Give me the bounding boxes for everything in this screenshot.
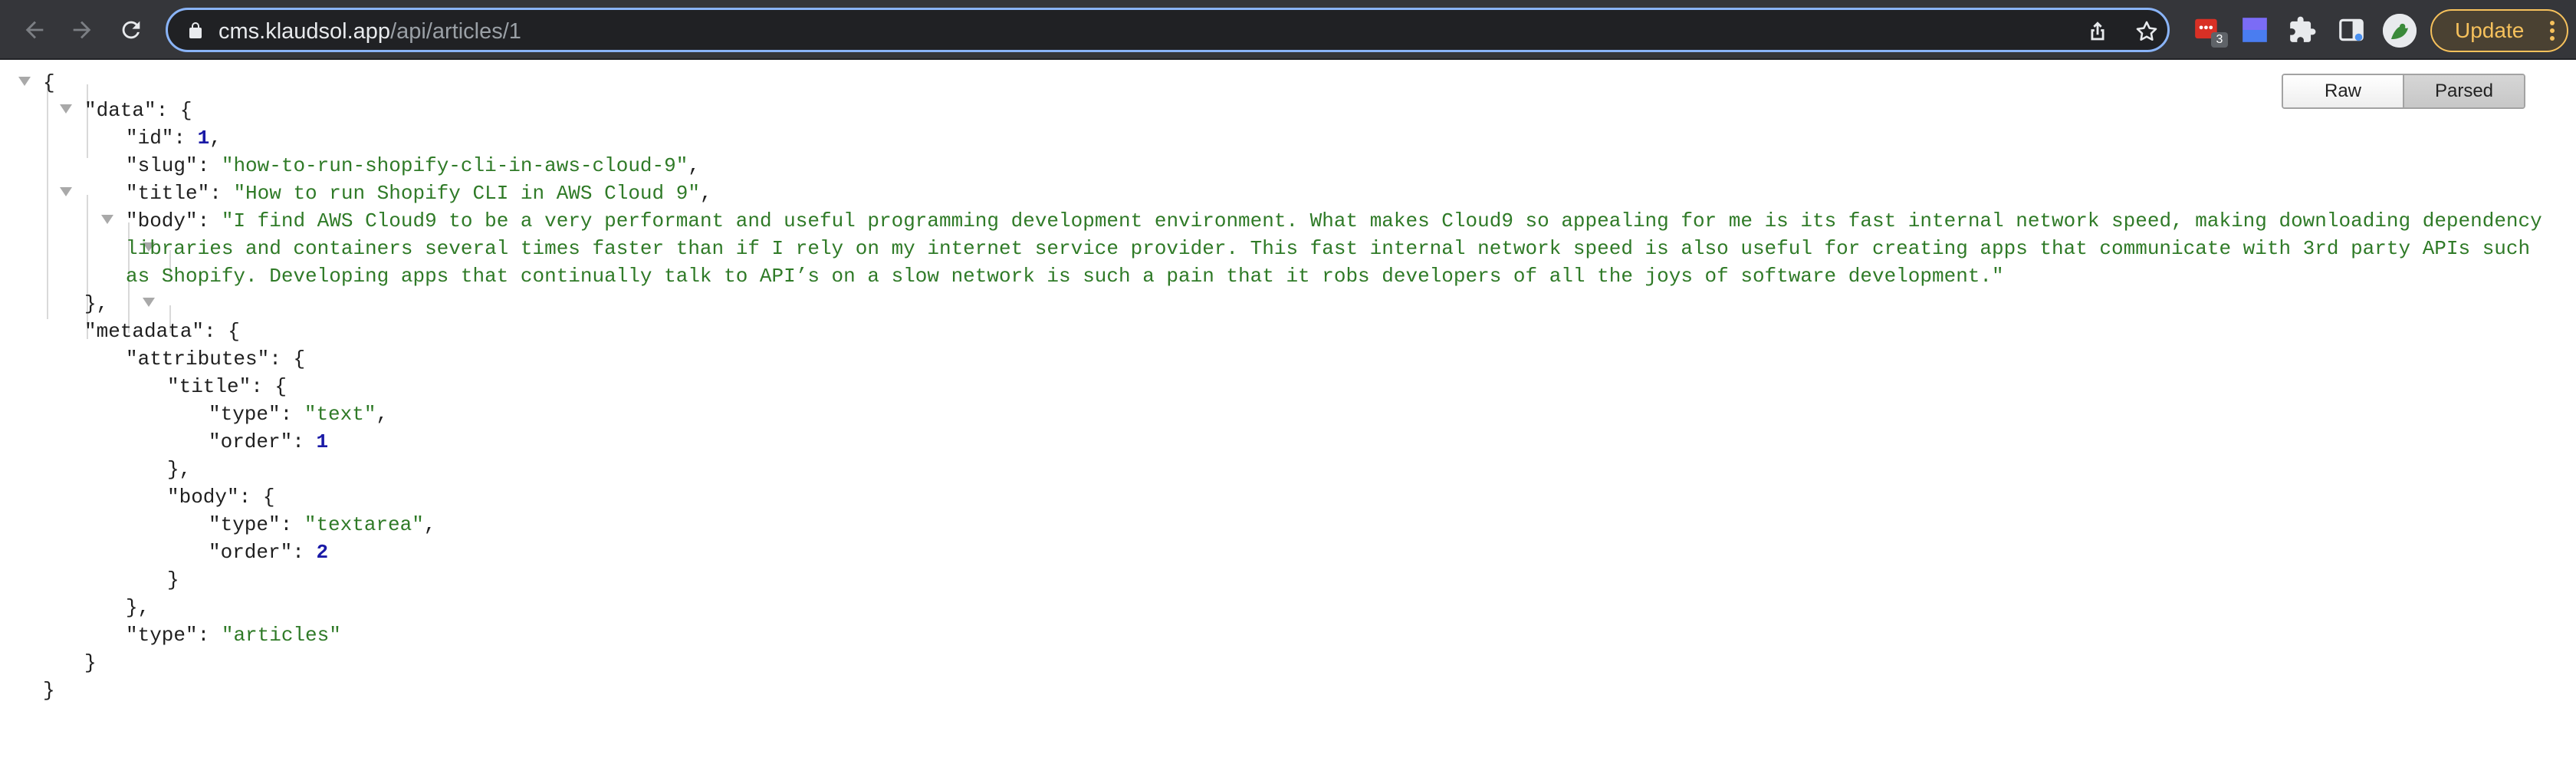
raw-button[interactable]: Raw <box>2283 75 2403 107</box>
share-icon <box>2091 21 2104 41</box>
share-button[interactable] <box>2085 18 2111 44</box>
address-bar[interactable]: cms.klaudsol.app/api/articles/1 <box>166 8 2170 52</box>
sidebar-icon <box>2339 18 2364 41</box>
json-line: { <box>43 71 55 94</box>
json-line: "metadata": { <box>84 320 240 343</box>
back-button[interactable] <box>15 11 54 49</box>
json-line: }, <box>167 458 192 481</box>
json-line: }, <box>84 292 109 315</box>
json-line: "type": "textarea", <box>209 513 436 536</box>
back-icon <box>25 21 44 39</box>
indent-guide <box>47 84 48 319</box>
collapse-toggle-metadata[interactable] <box>60 187 72 196</box>
json-line: "attributes": { <box>126 348 306 371</box>
parsed-button[interactable]: Parsed <box>2403 75 2524 107</box>
menu-dots-icon <box>2550 21 2555 41</box>
json-line: libraries and containers several times f… <box>126 237 2531 260</box>
json-line: "type": "text", <box>209 403 389 426</box>
forward-button[interactable] <box>63 11 101 49</box>
json-line: } <box>43 679 55 702</box>
json-viewer: Raw Parsed { "data": { "id": 1, "slug": … <box>0 61 2576 761</box>
bookmark-button[interactable] <box>2134 18 2160 44</box>
extension-button-2[interactable] <box>2240 15 2269 44</box>
collapse-toggle-data[interactable] <box>60 104 72 114</box>
app-grid-icon <box>2242 18 2267 42</box>
lock-icon <box>189 22 202 38</box>
extensions-puzzle-icon <box>2290 16 2316 42</box>
extension-button-1[interactable]: 3 <box>2193 15 2228 48</box>
json-line: "body": "I find AWS Cloud9 to be a very … <box>126 209 2542 232</box>
url-text: cms.klaudsol.app/api/articles/1 <box>219 19 521 44</box>
forward-icon <box>73 21 91 39</box>
extensions-menu-button[interactable] <box>2288 15 2317 44</box>
reload-button[interactable] <box>112 11 150 49</box>
json-line: "body": { <box>167 486 275 509</box>
json-line: as Shopify. Developing apps that continu… <box>126 265 2004 288</box>
view-mode-toggle: Raw Parsed <box>2282 74 2525 109</box>
json-line: "id": 1, <box>126 127 222 150</box>
json-line: }, <box>126 596 150 619</box>
json-line: "title": { <box>167 375 288 398</box>
sidebar-button[interactable] <box>2337 15 2366 44</box>
json-line: "type": "articles" <box>126 624 341 647</box>
json-line: "data": { <box>84 99 192 122</box>
json-line: "title": "How to run Shopify CLI in AWS … <box>126 182 712 205</box>
profile-avatar[interactable] <box>2383 14 2417 48</box>
json-line: "slug": "how-to-run-shopify-cli-in-aws-c… <box>126 154 700 177</box>
url-host: cms.klaudsol.app <box>219 19 391 44</box>
collapse-toggle-attributes[interactable] <box>101 215 113 224</box>
json-line: } <box>84 651 97 674</box>
extension-badge: 3 <box>2211 32 2228 48</box>
bookmark-star-icon <box>2136 21 2157 41</box>
profile-avatar-icon <box>2383 14 2417 48</box>
collapse-toggle-root[interactable] <box>18 77 31 86</box>
collapse-toggle-body[interactable] <box>143 298 155 307</box>
json-line: "order": 1 <box>209 430 329 453</box>
reload-icon <box>122 21 140 39</box>
update-button[interactable]: Update <box>2430 9 2568 52</box>
update-label: Update <box>2455 18 2525 42</box>
browser-toolbar: cms.klaudsol.app/api/articles/1 3 Update <box>0 0 2576 60</box>
json-line: "order": 2 <box>209 541 329 564</box>
json-line: } <box>167 568 179 591</box>
url-path: /api/articles/1 <box>390 19 521 44</box>
